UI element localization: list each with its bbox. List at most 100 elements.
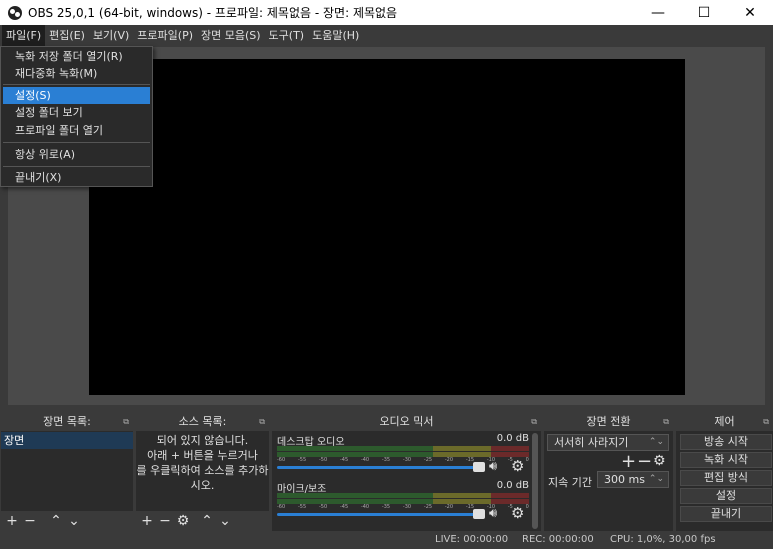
float-icon[interactable]: ⧉ — [123, 413, 129, 431]
transitions-dock: 장면 전환 ⧉ 서서히 사라지기 ⌃⌄ + − ⚙ 지속 기간 300 ms ⌃… — [544, 413, 673, 531]
window-title: OBS 25,0,1 (64-bit, windows) - 프로파일: 제목없… — [28, 6, 398, 20]
transitions-dock-title-text: 장면 전환 — [586, 415, 631, 428]
studio-mode-button[interactable]: 편집 방식 — [680, 470, 772, 486]
move-up-button[interactable]: ⌃ — [49, 511, 63, 531]
float-icon[interactable]: ⧉ — [763, 413, 769, 431]
gear-icon[interactable]: ⚙ — [511, 457, 524, 475]
mixer-dock-title-text: 오디오 믹서 — [379, 415, 434, 428]
sources-dock-title: 소스 목록: ⧉ — [136, 413, 269, 431]
gear-icon[interactable]: ⚙ — [511, 504, 524, 522]
chevron-up-down-icon: ⌃⌄ — [648, 437, 664, 447]
menu-bar: 파일(F) 편집(E) 보기(V) 프로파일(P) 장면 모음(S) 도구(T)… — [0, 25, 773, 46]
menu-tools[interactable]: 도구(T) — [265, 25, 309, 46]
add-scene-button[interactable]: + — [5, 511, 19, 531]
remove-transition-button[interactable]: − — [637, 451, 652, 472]
hint-line: 되어 있지 않습니다. — [156, 434, 249, 447]
scenes-dock-title-text: 장면 목록: — [43, 415, 91, 428]
preview-canvas[interactable] — [89, 59, 685, 395]
move-up-button[interactable]: ⌃ — [200, 511, 214, 531]
tick-label: -20 — [444, 504, 454, 510]
menu-edit[interactable]: 편집(E) — [45, 25, 89, 46]
menu-profile[interactable]: 프로파일(P) — [133, 25, 197, 46]
move-down-button[interactable]: ⌄ — [218, 511, 232, 531]
menu-settings[interactable]: 설정(S) — [3, 87, 150, 104]
tick-label: -55 — [297, 504, 307, 510]
tick-label: -35 — [381, 457, 391, 463]
tick-label: 0 — [525, 504, 529, 510]
tick-label: -45 — [339, 457, 349, 463]
remove-source-button[interactable]: − — [158, 511, 172, 531]
transitions-dock-title: 장면 전환 ⧉ — [544, 413, 673, 431]
duration-label: 지속 기간 — [548, 476, 592, 489]
tick-label: -20 — [444, 457, 454, 463]
window-controls: — ☐ ✕ — [635, 0, 773, 25]
scenes-toolbar: + − ⌃ ⌄ — [1, 511, 133, 531]
start-streaming-button[interactable]: 방송 시작 — [680, 434, 772, 450]
move-down-button[interactable]: ⌄ — [67, 511, 81, 531]
remove-scene-button[interactable]: − — [23, 511, 37, 531]
tick-label: -55 — [297, 457, 307, 463]
tick-label: -60 — [277, 457, 286, 463]
menu-separator — [3, 142, 150, 143]
gear-icon[interactable]: ⚙ — [653, 453, 666, 469]
mixer-channel-desktop: 데스크탑 오디오 0.0 dB -60 -55 -50 -45 -40 -35 … — [275, 433, 531, 478]
tick-label: -25 — [423, 504, 433, 510]
hint-line: 를 우클릭하여 소스를 추가하 — [136, 464, 269, 477]
gear-icon[interactable]: ⚙ — [176, 511, 190, 531]
mixer-channel-mic: 마이크/보조 0.0 dB -60 -55 -50 -45 -40 -35 -3… — [275, 480, 531, 525]
controls-dock-title: 제어 ⧉ — [676, 413, 773, 431]
add-transition-button[interactable]: + — [621, 451, 636, 472]
menu-view[interactable]: 보기(V) — [89, 25, 133, 46]
mixer-dock-title: 오디오 믹서 ⧉ — [272, 413, 541, 431]
maximize-button[interactable]: ☐ — [681, 0, 727, 25]
scene-item[interactable]: 장면 — [1, 432, 133, 449]
speaker-icon[interactable]: 🔊︎ — [489, 506, 497, 521]
menu-help[interactable]: 도움말(H) — [308, 25, 363, 46]
volume-slider[interactable] — [277, 513, 483, 516]
menu-remux-recordings[interactable]: 재다중화 녹화(M) — [3, 65, 150, 82]
transition-select[interactable]: 서서히 사라지기 ⌃⌄ — [547, 434, 669, 451]
menu-scene-collection[interactable]: 장면 모음(S) — [197, 25, 265, 46]
duration-input[interactable]: 300 ms ⌃⌄ — [597, 471, 669, 488]
menu-file[interactable]: 파일(F) — [2, 25, 46, 46]
sources-toolbar: + − ⚙ ⌃ ⌄ — [136, 511, 269, 531]
settings-button[interactable]: 설정 — [680, 488, 772, 504]
sources-dock: 소스 목록: ⧉ 되어 있지 않습니다. 아래 + 버튼을 누르거나 를 우클릭… — [136, 413, 269, 531]
tick-label: -30 — [402, 457, 412, 463]
scenes-dock: 장면 목록: ⧉ 장면 + − ⌃ ⌄ — [1, 413, 133, 531]
menu-open-profile-folder[interactable]: 프로파일 폴더 열기 — [3, 122, 150, 139]
volume-meter — [277, 493, 529, 498]
volume-slider[interactable] — [277, 466, 483, 469]
volume-slider-handle[interactable] — [473, 509, 485, 519]
menu-show-settings-folder[interactable]: 설정 폴더 보기 — [3, 104, 150, 121]
cpu-status: CPU: 1,0%, 30,00 fps — [610, 534, 716, 545]
menu-exit[interactable]: 끝내기(X) — [3, 169, 150, 186]
add-source-button[interactable]: + — [140, 511, 154, 531]
file-menu-dropdown: 녹화 저장 폴더 열기(R) 재다중화 녹화(M) 설정(S) 설정 폴더 보기… — [0, 46, 153, 187]
volume-meter — [277, 446, 529, 451]
live-status: LIVE: 00:00:00 — [435, 534, 509, 545]
hint-line: 시오. — [190, 479, 215, 492]
start-recording-button[interactable]: 녹화 시작 — [680, 452, 772, 468]
volume-slider-handle[interactable] — [473, 462, 485, 472]
scenes-dock-title: 장면 목록: ⧉ — [1, 413, 133, 431]
tick-label: -40 — [360, 504, 370, 510]
float-icon[interactable]: ⧉ — [531, 413, 537, 431]
tick-label: -40 — [360, 457, 370, 463]
tick-label: -50 — [318, 504, 328, 510]
mixer-scrollbar[interactable] — [532, 433, 538, 529]
exit-button[interactable]: 끝내기 — [680, 506, 772, 522]
status-bar: LIVE: 00:00:00 REC: 00:00:00 CPU: 1,0%, … — [0, 531, 773, 549]
float-icon[interactable]: ⧉ — [259, 413, 265, 431]
menu-always-on-top[interactable]: 항상 위로(A) — [3, 146, 150, 163]
spinner-icon[interactable]: ⌃⌄ — [649, 472, 664, 487]
minimize-button[interactable]: — — [635, 0, 681, 25]
channel-db: 0.0 dB — [496, 480, 529, 491]
menu-open-recordings-folder[interactable]: 녹화 저장 폴더 열기(R) — [3, 48, 150, 65]
speaker-icon[interactable]: 🔊︎ — [489, 459, 497, 474]
close-button[interactable]: ✕ — [727, 0, 773, 25]
tick-label: -25 — [423, 457, 433, 463]
controls-dock-title-text: 제어 — [714, 415, 735, 428]
float-icon[interactable]: ⧉ — [663, 413, 669, 431]
duration-value: 300 ms — [604, 473, 645, 486]
